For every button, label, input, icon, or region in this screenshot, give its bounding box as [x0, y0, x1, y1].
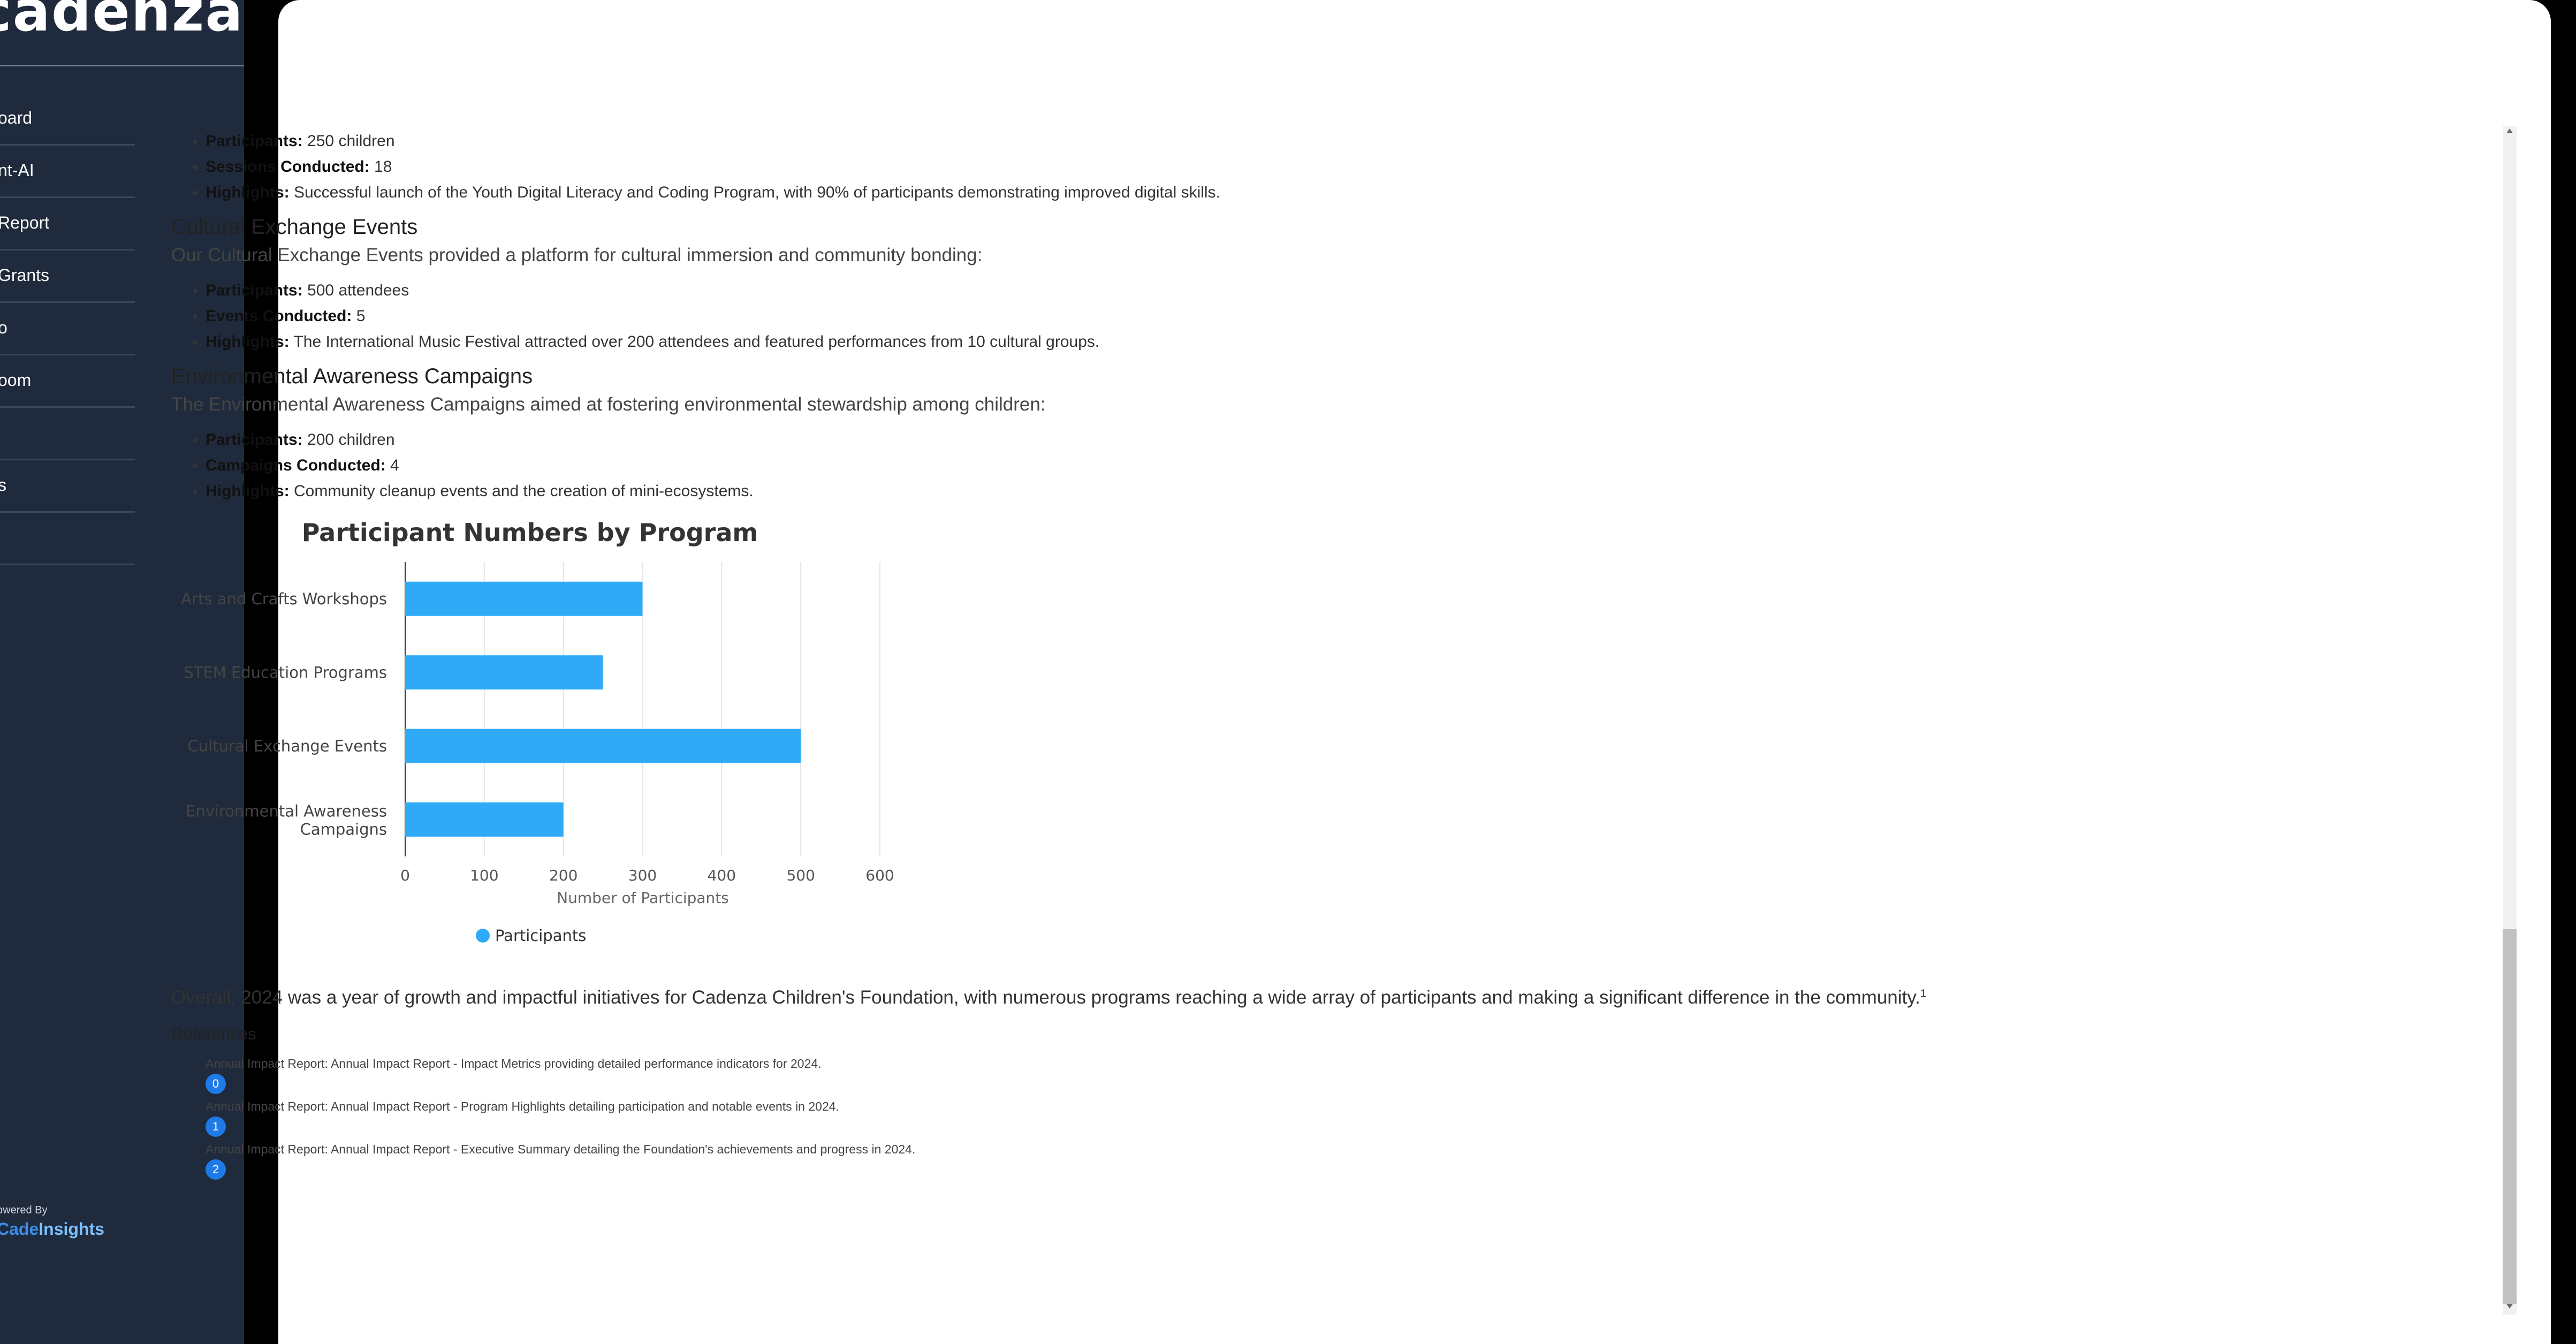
- x-tick-label: 0: [400, 867, 410, 884]
- reference-item: Annual Impact Report: Annual Impact Repo…: [206, 1053, 2259, 1096]
- list-item: Participants: 200 children: [206, 427, 2259, 453]
- list-item: Campaigns Conducted: 4: [206, 453, 2259, 479]
- brand-logo[interactable]: cadenza: [0, 0, 244, 44]
- list-item: Events Conducted: 5: [206, 303, 2259, 329]
- stem-stats-list: Participants: 250 children Sessions Cond…: [171, 128, 2259, 206]
- powered-logo-part-b: Insights: [39, 1219, 104, 1239]
- powered-logo-part-a: Cade: [0, 1219, 39, 1239]
- bar: [405, 581, 643, 616]
- list-item: Participants: 250 children: [206, 128, 2259, 154]
- bar: [405, 655, 603, 690]
- bar: [405, 802, 564, 837]
- x-tick-label: 100: [470, 867, 498, 884]
- chart-svg: Participant Numbers by Program Arts and …: [181, 518, 894, 945]
- sidebar-item-label: o: [0, 318, 7, 337]
- reference-badge[interactable]: 2: [206, 1159, 226, 1180]
- reference-item: Annual Impact Report: Annual Impact Repo…: [206, 1096, 2259, 1139]
- summary-footnote[interactable]: 1: [1920, 988, 1926, 999]
- powered-by-logo[interactable]: CadeInsights: [0, 1219, 104, 1239]
- x-tick-label: 400: [708, 867, 736, 884]
- references-heading: References: [171, 1024, 256, 1043]
- list-item: Highlights: The International Music Fest…: [206, 329, 2259, 355]
- summary-paragraph: Overall, 2024 was a year of growth and i…: [171, 987, 2259, 1008]
- chart-x-axis-title: Number of Participants: [557, 889, 729, 907]
- scroll-down-arrow-icon[interactable]: [2506, 1304, 2513, 1309]
- stat-label: Participants:: [206, 282, 303, 299]
- sidebar-item-settings[interactable]: s: [0, 459, 135, 513]
- x-tick-label: 600: [865, 867, 894, 884]
- stat-label: Campaigns Conducted:: [206, 457, 386, 474]
- category-label: Cultural Exchange Events: [187, 737, 387, 755]
- participant-chart: Participant Numbers by Program Arts and …: [171, 514, 921, 979]
- reference-item: Annual Impact Report: Annual Impact Repo…: [206, 1139, 2259, 1182]
- sidebar-item-info[interactable]: o: [0, 302, 135, 355]
- powered-by-label: owered By: [0, 1204, 48, 1216]
- x-tick-label: 500: [786, 867, 815, 884]
- sidebar-item-label: Grants: [0, 265, 50, 285]
- sidebar-item-dashboard[interactable]: oard: [0, 92, 135, 146]
- sidebar-item-label: nt-AI: [0, 161, 34, 180]
- reference-badge[interactable]: 0: [206, 1074, 226, 1094]
- list-item: Highlights: Successful launch of the You…: [206, 180, 2259, 206]
- vertical-scrollbar[interactable]: [2503, 126, 2517, 1315]
- scroll-up-arrow-icon[interactable]: [2506, 128, 2513, 133]
- summary-text: Overall, 2024 was a year of growth and i…: [171, 987, 1920, 1008]
- stat-value: 4: [385, 457, 399, 474]
- sidebar-item-7[interactable]: [0, 407, 135, 460]
- sidebar-item-label: oom: [0, 370, 32, 390]
- stat-value: The International Music Festival attract…: [289, 333, 1100, 351]
- stat-label: Participants:: [206, 132, 303, 150]
- x-tick-label: 200: [549, 867, 577, 884]
- stat-label: Participants:: [206, 431, 303, 449]
- sidebar-item-9[interactable]: [0, 512, 135, 565]
- stat-label: Highlights:: [206, 482, 290, 500]
- reference-text: Annual Impact Report: Annual Impact Repo…: [206, 1099, 839, 1113]
- bar: [405, 728, 801, 763]
- section-intro-cultural: Our Cultural Exchange Events provided a …: [171, 245, 983, 265]
- stat-label: Highlights:: [206, 333, 290, 351]
- stat-value: 18: [369, 158, 392, 176]
- chart-title: Participant Numbers by Program: [302, 518, 758, 547]
- sidebar-item-label: oard: [0, 108, 33, 127]
- stat-value: Community cleanup events and the creatio…: [289, 482, 754, 500]
- stat-value: Successful launch of the Youth Digital L…: [289, 184, 1220, 201]
- chart-x-ticks: 0 100 200 300 400 500 600: [400, 867, 894, 884]
- report-content: Participants: 250 children Sessions Cond…: [171, 128, 2259, 1182]
- list-item: Sessions Conducted: 18: [206, 154, 2259, 180]
- reference-text: Annual Impact Report: Annual Impact Repo…: [206, 1142, 916, 1156]
- scrollbar-thumb[interactable]: [2503, 929, 2517, 1304]
- category-label: STEM Education Programs: [184, 663, 387, 681]
- stat-label: Sessions Conducted:: [206, 158, 370, 176]
- section-heading-cultural: Cultural Exchange Events: [171, 215, 418, 239]
- chart-bars: [405, 581, 801, 837]
- sidebar-item-label: Report: [0, 213, 50, 232]
- chart-category-labels: Arts and Crafts Workshops STEM Education …: [181, 590, 387, 839]
- sidebar-item-label: s: [0, 475, 6, 495]
- cultural-stats-list: Participants: 500 attendees Events Condu…: [171, 278, 2259, 355]
- category-label: Arts and Crafts Workshops: [181, 590, 387, 608]
- stat-value: 5: [352, 307, 366, 325]
- section-heading-environment: Environmental Awareness Campaigns: [171, 365, 533, 388]
- environment-stats-list: Participants: 200 children Campaigns Con…: [171, 427, 2259, 504]
- stat-label: Events Conducted:: [206, 307, 352, 325]
- sidebar-item-grants[interactable]: Grants: [0, 249, 135, 303]
- stat-value: 250 children: [302, 132, 395, 150]
- stat-value: 500 attendees: [302, 282, 409, 299]
- x-tick-label: 300: [628, 867, 657, 884]
- legend-label[interactable]: Participants: [495, 927, 586, 945]
- category-label: Environmental Awareness Campaigns: [186, 802, 387, 838]
- reference-badge[interactable]: 1: [206, 1117, 226, 1137]
- sidebar-item-report[interactable]: Report: [0, 197, 135, 250]
- list-item: Participants: 500 attendees: [206, 278, 2259, 303]
- legend-marker: [476, 929, 490, 943]
- sidebar-item-assistant-ai[interactable]: nt-AI: [0, 145, 135, 198]
- section-intro-environment: The Environmental Awareness Campaigns ai…: [171, 394, 1046, 415]
- list-item: Highlights: Community cleanup events and…: [206, 479, 2259, 504]
- sidebar-item-room[interactable]: oom: [0, 354, 135, 408]
- stat-label: Highlights:: [206, 184, 290, 201]
- brand-divider: [0, 65, 244, 66]
- reference-text: Annual Impact Report: Annual Impact Repo…: [206, 1057, 822, 1070]
- stat-value: 200 children: [302, 431, 395, 449]
